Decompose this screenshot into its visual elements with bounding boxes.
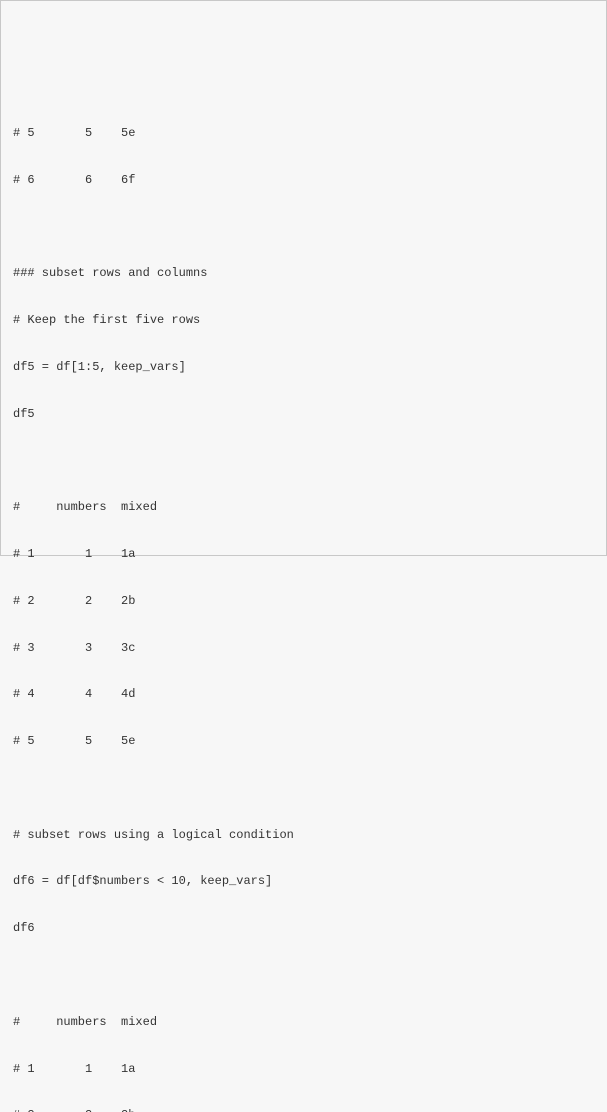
- code-line: # 3 3 3c: [13, 637, 594, 660]
- code-line: # 2 2 2b: [13, 1104, 594, 1112]
- blank-line: [13, 449, 594, 472]
- blank-line: [13, 777, 594, 800]
- code-line: # 1 1 1a: [13, 543, 594, 566]
- code-line: # 5 5 5e: [13, 730, 594, 753]
- code-line: df6: [13, 917, 594, 940]
- code-line: # Keep the first five rows: [13, 309, 594, 332]
- code-block: # 5 5 5e # 6 6 6f ### subset rows and co…: [13, 99, 594, 1112]
- code-line: df6 = df[df$numbers < 10, keep_vars]: [13, 870, 594, 893]
- blank-line: [13, 964, 594, 987]
- code-line: # numbers mixed: [13, 496, 594, 519]
- code-line: ### subset rows and columns: [13, 262, 594, 285]
- code-line: # 1 1 1a: [13, 1058, 594, 1081]
- code-line: df5 = df[1:5, keep_vars]: [13, 356, 594, 379]
- code-line: # 5 5 5e: [13, 122, 594, 145]
- code-line: # 6 6 6f: [13, 169, 594, 192]
- blank-line: [13, 216, 594, 239]
- code-line: df5: [13, 403, 594, 426]
- code-line: # 2 2 2b: [13, 590, 594, 613]
- code-line: # 4 4 4d: [13, 683, 594, 706]
- code-line: # numbers mixed: [13, 1011, 594, 1034]
- code-line: # subset rows using a logical condition: [13, 824, 594, 847]
